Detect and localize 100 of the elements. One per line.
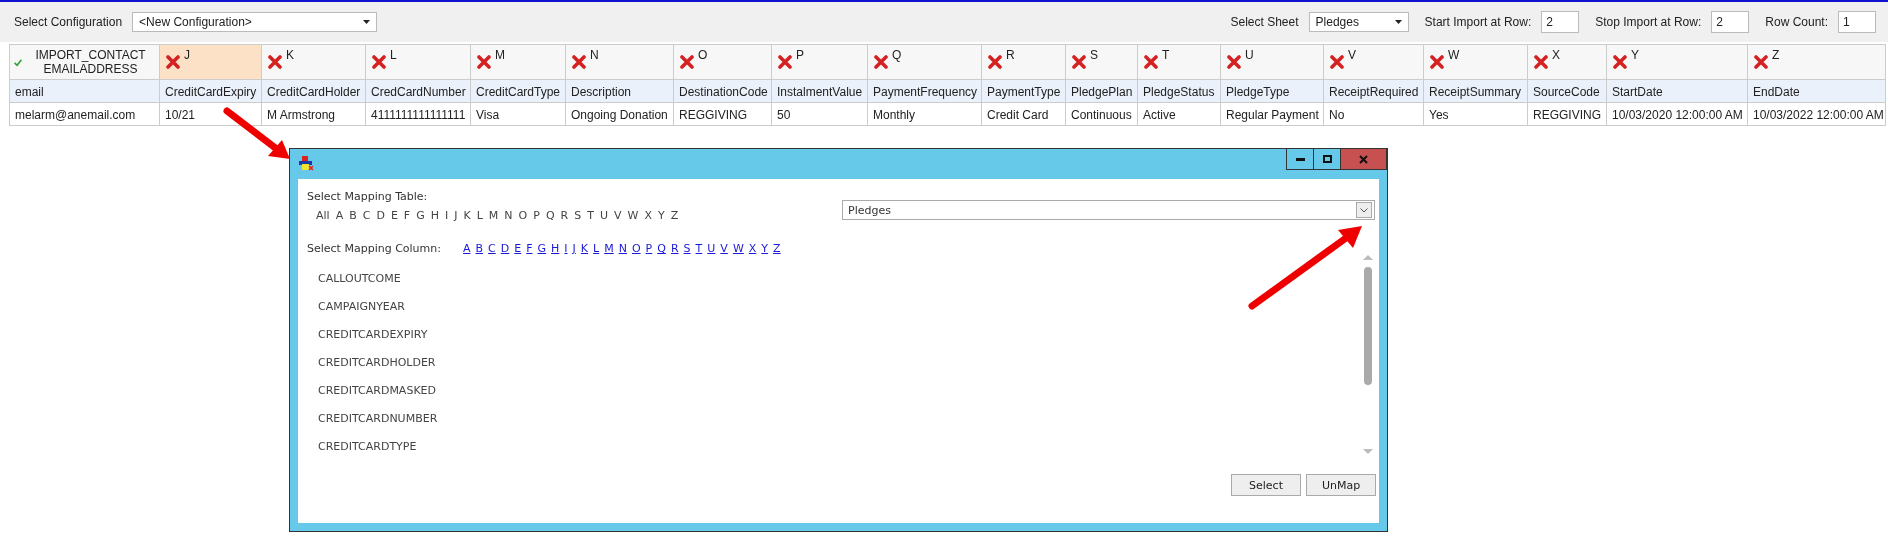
letter-filter[interactable]: Y bbox=[657, 209, 665, 222]
letter-link[interactable]: E bbox=[514, 242, 522, 255]
mapping-table-dropdown[interactable]: Pledges bbox=[842, 200, 1375, 220]
letter-filter[interactable]: S bbox=[574, 209, 582, 222]
letter-link[interactable]: X bbox=[748, 242, 757, 255]
column-header[interactable]: IMPORT_CONTACT EMAILADDRESS bbox=[10, 45, 160, 80]
column-header[interactable]: Z bbox=[1748, 45, 1886, 80]
letter-filter[interactable]: Z bbox=[670, 209, 679, 222]
app-icon bbox=[298, 155, 314, 171]
scroll-up-icon bbox=[1363, 255, 1373, 260]
column-header[interactable]: Q bbox=[868, 45, 982, 80]
column-header[interactable]: P bbox=[772, 45, 868, 80]
stop-row-field[interactable]: 2 bbox=[1711, 11, 1750, 33]
letter-filter[interactable]: E bbox=[390, 209, 398, 222]
letter-filter[interactable]: X bbox=[644, 209, 652, 222]
start-row-field[interactable]: 2 bbox=[1541, 11, 1580, 33]
letter-filter[interactable]: G bbox=[416, 209, 425, 222]
column-header[interactable]: R bbox=[982, 45, 1066, 80]
letter-link[interactable]: P bbox=[645, 242, 653, 255]
letter-filter[interactable]: F bbox=[403, 209, 411, 222]
column-header[interactable]: X bbox=[1528, 45, 1607, 80]
column-list-item[interactable]: CREDITCARDNUMBER bbox=[318, 409, 438, 428]
table-cell: REGGIVING bbox=[1528, 103, 1607, 126]
letter-link[interactable]: K bbox=[580, 242, 589, 255]
letter-filter[interactable]: V bbox=[614, 209, 622, 222]
sheet-dropdown[interactable]: Pledges bbox=[1308, 12, 1409, 32]
letter-link[interactable]: H bbox=[551, 242, 560, 255]
close-icon bbox=[1359, 154, 1368, 164]
letter-filter[interactable]: L bbox=[476, 209, 483, 222]
letter-filter[interactable]: P bbox=[533, 209, 540, 222]
cross-icon bbox=[778, 55, 792, 69]
column-header[interactable]: L bbox=[366, 45, 471, 80]
letter-filter[interactable]: I bbox=[445, 209, 449, 222]
column-list-item[interactable]: CREDITCARDEXPIRY bbox=[318, 325, 428, 344]
letter-filter[interactable]: M bbox=[488, 209, 499, 222]
letter-link[interactable]: Z bbox=[773, 242, 781, 255]
column-header[interactable]: U bbox=[1221, 45, 1324, 80]
letter-filter[interactable]: J bbox=[454, 209, 458, 222]
letter-link[interactable]: C bbox=[488, 242, 496, 255]
letter-filter[interactable]: Q bbox=[545, 209, 555, 222]
minimize-icon bbox=[1295, 157, 1305, 161]
letter-link[interactable]: V bbox=[720, 242, 728, 255]
field-name-cell: SourceCode bbox=[1528, 80, 1607, 103]
letter-filter[interactable]: All bbox=[316, 209, 330, 222]
column-list-item[interactable]: CAMPAIGNYEAR bbox=[318, 297, 405, 316]
letter-link[interactable]: D bbox=[500, 242, 510, 255]
table-cell: Continuous bbox=[1066, 103, 1138, 126]
configuration-dropdown[interactable]: <New Configuration> bbox=[132, 12, 378, 32]
letter-filter[interactable]: O bbox=[518, 209, 528, 222]
column-list-item[interactable]: CREDITCARDHOLDER bbox=[318, 353, 436, 372]
letter-link[interactable]: R bbox=[670, 242, 679, 255]
column-list-item[interactable]: CREDITCARDMASKED bbox=[318, 381, 436, 400]
letter-link[interactable]: U bbox=[707, 242, 716, 255]
letter-filter[interactable]: N bbox=[504, 209, 513, 222]
letter-link[interactable]: J bbox=[572, 242, 576, 255]
letter-link[interactable]: I bbox=[564, 242, 568, 255]
letter-filter[interactable]: W bbox=[627, 209, 639, 222]
letter-link[interactable]: S bbox=[683, 242, 691, 255]
column-header[interactable]: M bbox=[471, 45, 566, 80]
cross-icon bbox=[1754, 55, 1768, 69]
letter-link[interactable]: L bbox=[593, 242, 600, 255]
column-header[interactable]: W bbox=[1424, 45, 1528, 80]
table-cell: REGGIVING bbox=[674, 103, 772, 126]
letter-link[interactable]: W bbox=[732, 242, 744, 255]
letter-filter[interactable]: A bbox=[335, 209, 344, 222]
letter-filter[interactable]: K bbox=[463, 209, 471, 222]
select-button[interactable]: Select bbox=[1231, 474, 1301, 496]
letter-filter[interactable]: D bbox=[376, 209, 385, 222]
letter-link[interactable]: G bbox=[537, 242, 547, 255]
letter-link[interactable]: T bbox=[695, 242, 703, 255]
column-header[interactable]: V bbox=[1324, 45, 1424, 80]
letter-link[interactable]: M bbox=[604, 242, 614, 255]
letter-link[interactable]: F bbox=[526, 242, 533, 255]
column-header[interactable]: Y bbox=[1607, 45, 1748, 80]
letter-filter[interactable]: H bbox=[430, 209, 439, 222]
field-name-cell: PledgePlan bbox=[1066, 80, 1138, 103]
letter-filter[interactable]: R bbox=[560, 209, 569, 222]
column-list-item[interactable]: CALLOUTCOME bbox=[318, 269, 401, 288]
field-name-cell: InstalmentValue bbox=[772, 80, 868, 103]
letter-filter[interactable]: C bbox=[362, 209, 371, 222]
column-header[interactable]: S bbox=[1066, 45, 1138, 80]
unmap-button[interactable]: UnMap bbox=[1306, 474, 1376, 496]
letter-link[interactable]: Y bbox=[761, 242, 769, 255]
letter-link[interactable]: A bbox=[463, 242, 471, 255]
column-list-item[interactable]: CREDITCARDTYPE bbox=[318, 437, 417, 456]
letter-filter[interactable]: U bbox=[599, 209, 608, 222]
letter-link[interactable]: N bbox=[618, 242, 627, 255]
letter-filter[interactable]: B bbox=[349, 209, 357, 222]
field-name-cell: Description bbox=[566, 80, 674, 103]
letter-link[interactable]: B bbox=[475, 242, 484, 255]
letter-link[interactable]: O bbox=[631, 242, 641, 255]
letter-link[interactable]: Q bbox=[657, 242, 666, 255]
column-header[interactable]: K bbox=[262, 45, 366, 80]
letter-filter[interactable]: T bbox=[587, 209, 594, 222]
column-header[interactable]: O bbox=[674, 45, 772, 80]
row-count-field[interactable]: 1 bbox=[1838, 11, 1876, 33]
close-button[interactable] bbox=[1341, 149, 1386, 169]
column-header[interactable]: J bbox=[160, 45, 262, 80]
column-header[interactable]: T bbox=[1138, 45, 1221, 80]
column-header[interactable]: N bbox=[566, 45, 674, 80]
